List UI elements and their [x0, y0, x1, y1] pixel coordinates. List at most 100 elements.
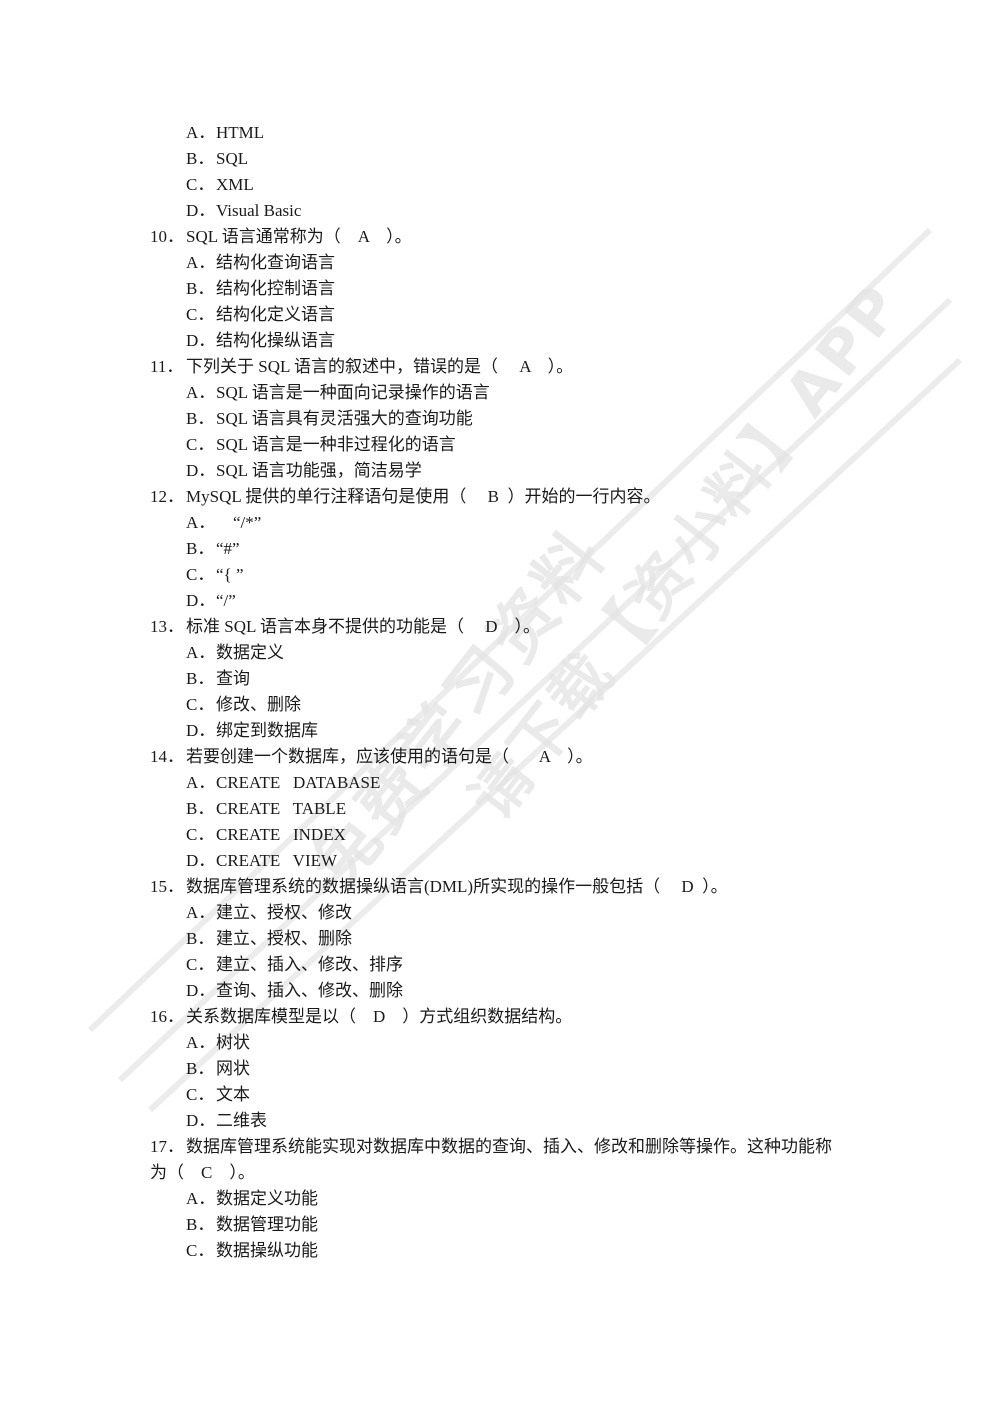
option-line: A．CREATE DATABASE: [0, 770, 993, 796]
option-text: Visual Basic: [216, 201, 302, 220]
option-letter: C．: [186, 955, 215, 974]
option-letter: A．: [186, 1033, 216, 1052]
option-text: 数据定义: [216, 643, 284, 662]
option-text: 结构化控制语言: [216, 279, 335, 298]
option-letter: C．: [186, 1241, 215, 1260]
option-text: 网状: [216, 1059, 250, 1078]
option-text: SQL 语言具有灵活强大的查询功能: [216, 409, 473, 428]
option-letter: D．: [186, 981, 216, 1000]
question-text: MySQL 提供的单行注释语句是使用（ B ）开始的一行内容。: [186, 487, 661, 506]
option-text: “/”: [216, 591, 236, 610]
option-line: D．SQL 语言功能强，简洁易学: [0, 458, 993, 484]
option-letter: C．: [186, 435, 215, 454]
option-line: D．二维表: [0, 1108, 993, 1134]
option-letter: A．: [186, 1189, 216, 1208]
option-text: CREATE DATABASE: [216, 773, 381, 792]
option-line: A．树状: [0, 1030, 993, 1056]
option-text: SQL 语言功能强，简洁易学: [216, 461, 422, 480]
option-line: A．数据定义功能: [0, 1186, 993, 1212]
option-line: A．建立、授权、修改: [0, 900, 993, 926]
question-number: 13．: [150, 617, 184, 636]
option-text: “/*”: [216, 513, 262, 532]
option-letter: C．: [186, 565, 215, 584]
option-text: 结构化查询语言: [216, 253, 335, 272]
option-text: HTML: [216, 123, 265, 142]
option-text: 建立、插入、修改、排序: [216, 955, 403, 974]
option-line: D．结构化操纵语言: [0, 328, 993, 354]
question-line: 14． 若要创建一个数据库，应该使用的语句是（ A ）。: [0, 744, 993, 770]
option-letter: A．: [186, 773, 216, 792]
option-letter: B．: [186, 149, 215, 168]
option-line: B．“#”: [0, 536, 993, 562]
option-letter: A．: [186, 253, 216, 272]
option-letter: B．: [186, 929, 215, 948]
option-line: D．绑定到数据库: [0, 718, 993, 744]
question-text: 关系数据库模型是以（ D ）方式组织数据结构。: [186, 1007, 573, 1026]
question-line: 11． 下列关于 SQL 语言的叙述中，错误的是（ A ）。: [0, 354, 993, 380]
option-text: 结构化定义语言: [216, 305, 335, 324]
option-line: B．网状: [0, 1056, 993, 1082]
question-line: 17． 数据库管理系统能实现对数据库中数据的查询、插入、修改和删除等操作。这种功能…: [0, 1134, 993, 1160]
question-text: 数据库管理系统能实现对数据库中数据的查询、插入、修改和删除等操作。这种功能称: [186, 1137, 832, 1156]
question-number: 16．: [150, 1007, 184, 1026]
option-text: SQL: [216, 149, 249, 168]
question-number: 14．: [150, 747, 184, 766]
option-text: CREATE INDEX: [216, 825, 346, 844]
question-number: 10．: [150, 227, 184, 246]
option-letter: D．: [186, 201, 216, 220]
document-body: A．HTML B．SQL C．XML D．Visual Basic 10． SQL 语言通…: [0, 120, 993, 1264]
option-letter: D．: [186, 591, 216, 610]
option-line: D．Visual Basic: [0, 198, 993, 224]
option-line: C．文本: [0, 1082, 993, 1108]
option-text: 树状: [216, 1033, 250, 1052]
question-number: 15．: [150, 877, 184, 896]
option-line: A．HTML: [0, 120, 993, 146]
option-text: 数据管理功能: [216, 1215, 318, 1234]
option-line: D．“/”: [0, 588, 993, 614]
option-text: XML: [216, 175, 254, 194]
option-letter: A．: [186, 903, 216, 922]
option-text: 数据操纵功能: [216, 1241, 318, 1260]
option-text: SQL 语言是一种非过程化的语言: [216, 435, 456, 454]
option-line: B．建立、授权、删除: [0, 926, 993, 952]
option-text: 建立、授权、删除: [216, 929, 352, 948]
option-line: D．CREATE VIEW: [0, 848, 993, 874]
option-letter: B．: [186, 539, 215, 558]
option-line: A．SQL 语言是一种面向记录操作的语言: [0, 380, 993, 406]
option-letter: C．: [186, 175, 215, 194]
option-text: 建立、授权、修改: [216, 903, 352, 922]
option-text: 修改、删除: [216, 695, 301, 714]
option-letter: B．: [186, 409, 215, 428]
option-letter: B．: [186, 669, 215, 688]
option-letter: D．: [186, 1111, 216, 1130]
option-text: 结构化操纵语言: [216, 331, 335, 350]
question-number: 12．: [150, 487, 184, 506]
option-line: C．修改、删除: [0, 692, 993, 718]
option-line: C．“{ ”: [0, 562, 993, 588]
option-line: B．数据管理功能: [0, 1212, 993, 1238]
option-letter: A．: [186, 383, 216, 402]
question-text: 下列关于 SQL 语言的叙述中，错误的是（ A ）。: [186, 357, 574, 376]
question-text: 数据库管理系统的数据操纵语言(DML)所实现的操作一般包括（ D ）。: [186, 877, 728, 896]
option-letter: B．: [186, 1059, 215, 1078]
option-line: B．查询: [0, 666, 993, 692]
option-letter: C．: [186, 1085, 215, 1104]
option-letter: A．: [186, 513, 216, 532]
question-line: 12． MySQL 提供的单行注释语句是使用（ B ）开始的一行内容。: [0, 484, 993, 510]
option-line: C．CREATE INDEX: [0, 822, 993, 848]
option-line: B．SQL: [0, 146, 993, 172]
option-letter: C．: [186, 825, 215, 844]
option-line: B．SQL 语言具有灵活强大的查询功能: [0, 406, 993, 432]
option-text: CREATE TABLE: [216, 799, 347, 818]
question-line: 10． SQL 语言通常称为（ A ）。: [0, 224, 993, 250]
question-text: 若要创建一个数据库，应该使用的语句是（ A ）。: [186, 747, 593, 766]
option-text: 查询、插入、修改、删除: [216, 981, 403, 1000]
option-letter: D．: [186, 461, 216, 480]
question-text: SQL 语言通常称为（ A ）。: [186, 227, 412, 246]
option-letter: C．: [186, 695, 215, 714]
question-text: 标准 SQL 语言本身不提供的功能是（ D ）。: [186, 617, 541, 636]
option-letter: D．: [186, 331, 216, 350]
option-text: CREATE VIEW: [216, 851, 338, 870]
option-line: A． “/*”: [0, 510, 993, 536]
option-letter: B．: [186, 279, 215, 298]
